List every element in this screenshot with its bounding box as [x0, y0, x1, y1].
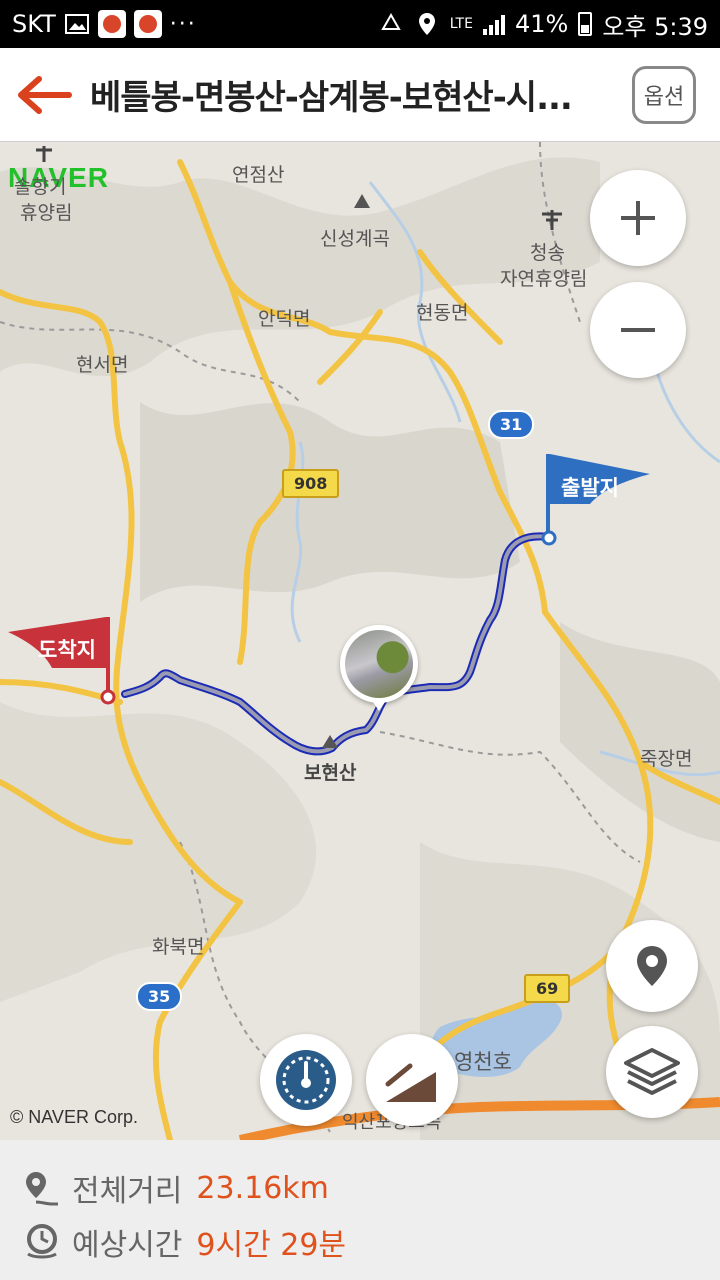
road-badge-908: 908	[282, 469, 340, 498]
carrier-label: SKT	[12, 10, 56, 38]
location-icon	[418, 13, 435, 35]
speed-gauge-button[interactable]	[260, 1034, 352, 1126]
clock-icon	[27, 1224, 57, 1259]
layers-icon	[624, 1048, 680, 1095]
map-label-singseonggyegok: 신성계곡	[320, 228, 390, 250]
map-label-andeokmyeon: 안덕면	[258, 308, 311, 330]
more-notifications-icon: ···	[169, 11, 197, 37]
map-pin-icon	[637, 946, 667, 986]
map-layers-button[interactable]	[606, 1026, 698, 1118]
app-notification-icon	[97, 10, 126, 38]
zoom-out-button[interactable]	[590, 282, 686, 378]
status-bar: SKT ··· LTE 41% 오후 5:39	[0, 0, 720, 48]
map-label-forest-1: 솔향기	[14, 176, 67, 198]
map-label-cheongsong-forest: 자연휴양림	[500, 268, 588, 290]
map-label-jukjangmyeon: 죽장면	[640, 748, 693, 770]
road-badge-35: 35	[136, 982, 183, 1011]
back-arrow-icon	[18, 75, 72, 114]
network-type: LTE	[449, 16, 473, 32]
map-label-hwabukmyeon: 화북면	[152, 936, 205, 958]
speedometer-icon	[276, 1050, 336, 1110]
map-label-hyeonseomyeon: 현서면	[76, 354, 129, 376]
start-flag-label: 출발지	[561, 476, 619, 500]
map-label-yeonjeomsan: 연점산	[232, 164, 285, 186]
route-distance-icon	[26, 1172, 58, 1206]
road-badge-69: 69	[524, 974, 571, 1003]
map-label-yeongcheonho: 영천호	[454, 1050, 512, 1074]
map-label-forest-2: 휴양림	[20, 202, 73, 224]
end-flag-label: 도착지	[38, 638, 96, 662]
header-bar: 베틀봉-면봉산-삼계봉-보현산-시... 옵션	[0, 48, 720, 142]
battery-icon	[578, 12, 593, 36]
back-button[interactable]	[0, 48, 90, 142]
elevation-profile-button[interactable]	[366, 1034, 458, 1126]
zoom-in-button[interactable]	[590, 170, 686, 266]
distance-label: 전체거리	[72, 1174, 183, 1209]
battery-percent: 41%	[514, 10, 569, 38]
my-location-button[interactable]	[606, 920, 698, 1012]
clock: 오후 5:39	[602, 12, 708, 41]
elevation-icon	[385, 1061, 436, 1102]
time-value: 9시간 29분	[196, 1228, 347, 1263]
time-row: 예상시간 9시간 29분	[22, 1218, 698, 1266]
sync-icon	[380, 12, 401, 30]
app-notification-icon-2	[133, 10, 162, 38]
trail-photo-thumbnail	[345, 630, 413, 698]
minus-icon	[621, 328, 655, 332]
options-button[interactable]: 옵션	[632, 66, 696, 124]
route-info-panel: 전체거리 23.16km 예상시간 9시간 29분	[0, 1140, 720, 1280]
time-label: 예상시간	[72, 1228, 183, 1263]
distance-value: 23.16km	[196, 1170, 329, 1206]
distance-row: 전체거리 23.16km	[22, 1164, 698, 1212]
map-label-bohyeonsan: 보현산	[304, 762, 357, 784]
signal-icon	[482, 13, 505, 35]
map-label-cheongsong: 청송	[530, 242, 565, 264]
map-label-hyeondongmyeon: 현동면	[416, 302, 469, 324]
map-copyright: © NAVER Corp.	[10, 1107, 138, 1127]
gallery-icon	[64, 14, 89, 34]
road-badge-31: 31	[488, 410, 535, 439]
map-view[interactable]: NAVER 연점산 솔향기 휴양림 신성계곡 청송 자연휴양림 안덕면 현동면 …	[0, 142, 720, 1140]
photo-marker[interactable]	[340, 625, 418, 711]
page-title: 베틀봉-면봉산-삼계봉-보현산-시...	[90, 78, 573, 118]
